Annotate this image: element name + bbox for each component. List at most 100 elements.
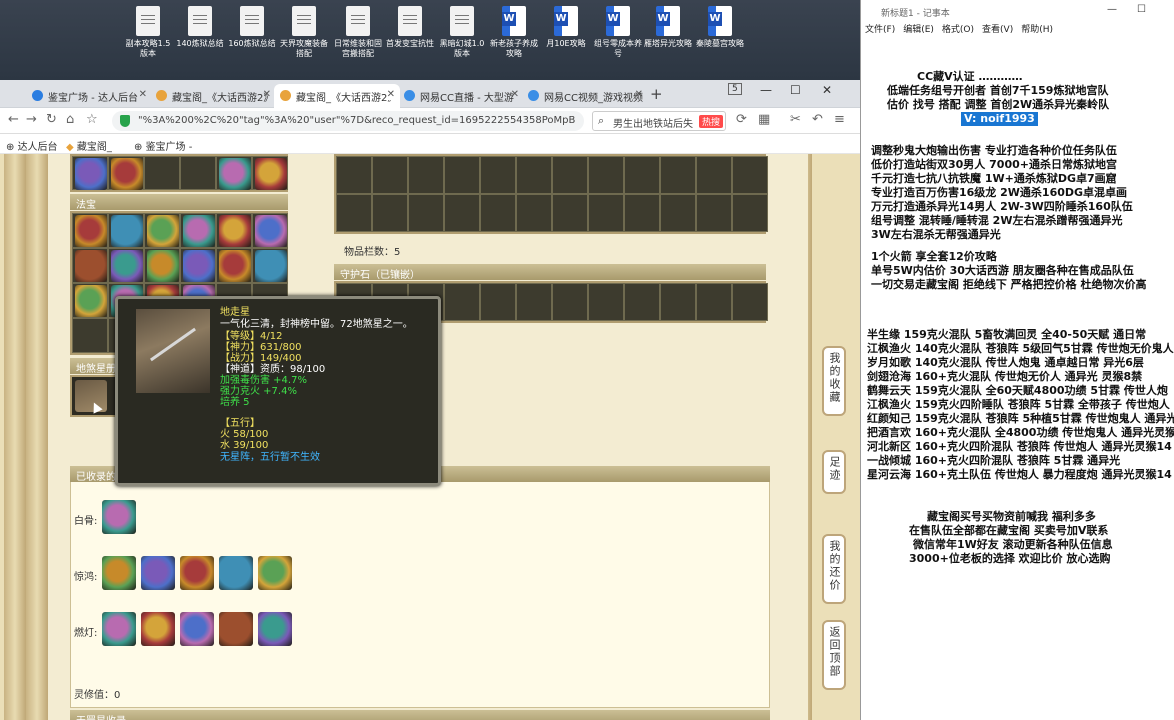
desktop-icon[interactable]: 140炼狱总结 bbox=[174, 6, 226, 49]
fabao-item-icon[interactable] bbox=[111, 215, 143, 247]
inventory-slot[interactable] bbox=[444, 156, 480, 194]
desktop-icon[interactable]: 月10E攻略 bbox=[540, 6, 592, 49]
guardian-slot[interactable] bbox=[588, 283, 624, 321]
notepad-text-area[interactable]: CC藏V认证 ………… 低端任务组号开创者 首创7千159炼狱地宫队 估价 找号 搭… bbox=[861, 40, 1174, 720]
inventory-slot[interactable] bbox=[588, 194, 624, 232]
minimize-icon[interactable]: — bbox=[760, 83, 772, 97]
desktop-icon[interactable]: 160炼狱总结 bbox=[226, 6, 278, 49]
tab-close-icon[interactable]: ✕ bbox=[139, 89, 147, 100]
fabao-item-icon[interactable] bbox=[75, 215, 107, 247]
back-to-top-button[interactable]: 返回顶部 bbox=[822, 620, 846, 690]
grid-cell[interactable] bbox=[144, 248, 180, 283]
inventory-slot[interactable] bbox=[372, 156, 408, 194]
grid-cell[interactable] bbox=[72, 156, 108, 190]
desktop-icon[interactable]: 副本攻略1.5版本 bbox=[122, 6, 174, 59]
tab-1[interactable]: 藏宝阁_《大话西游2》 ✕ bbox=[150, 84, 276, 108]
tab-2[interactable]: 藏宝阁_《大话西游2》 ✕ bbox=[274, 84, 400, 108]
my-favorites-button[interactable]: 我的收藏 bbox=[822, 346, 846, 416]
desktop-icon[interactable]: 雁塔异光攻略 bbox=[642, 6, 694, 49]
item-icon[interactable] bbox=[75, 158, 107, 190]
desktop-icon[interactable]: 组号零成本养号 bbox=[592, 6, 644, 59]
collected-item-icon[interactable] bbox=[180, 556, 214, 590]
guardian-slot[interactable] bbox=[480, 283, 516, 321]
inventory-slot[interactable] bbox=[480, 194, 516, 232]
notepad-menu-item[interactable]: 文件(F) bbox=[865, 25, 895, 35]
fabao-item-icon[interactable] bbox=[183, 215, 215, 247]
refresh-icon[interactable]: ⟳ bbox=[736, 112, 747, 127]
forward-icon[interactable]: → bbox=[26, 112, 37, 127]
desktop-icon[interactable]: 天界攻魔装备搭配 bbox=[278, 6, 330, 59]
guardian-slot[interactable] bbox=[732, 283, 768, 321]
bookmark-1[interactable]: ◆ 藏宝阁_ bbox=[66, 138, 112, 153]
grid-cell[interactable] bbox=[72, 213, 108, 248]
fabao-item-icon[interactable] bbox=[75, 250, 107, 282]
fabao-item-icon[interactable] bbox=[75, 285, 107, 317]
guardian-slot[interactable] bbox=[516, 283, 552, 321]
footprint-button[interactable]: 足迹 bbox=[822, 450, 846, 494]
desktop-icon[interactable]: 秦陵墓宫攻略 bbox=[694, 6, 746, 49]
notepad-menu-item[interactable]: 编辑(E) bbox=[903, 25, 934, 35]
collected-item-icon[interactable] bbox=[141, 556, 175, 590]
guardian-slot[interactable] bbox=[660, 283, 696, 321]
collected-item-icon[interactable] bbox=[141, 612, 175, 646]
my-counteroffer-button[interactable]: 我的还价 bbox=[822, 534, 846, 604]
tab-close-icon[interactable]: ✕ bbox=[386, 89, 395, 100]
fabao-item-icon[interactable] bbox=[219, 215, 251, 247]
fabao-item-icon[interactable] bbox=[183, 250, 215, 282]
notepad-menu-item[interactable]: 格式(O) bbox=[942, 25, 974, 35]
inventory-slot[interactable] bbox=[336, 194, 372, 232]
maximize-icon[interactable]: ☐ bbox=[1137, 4, 1146, 15]
grid-cell[interactable] bbox=[180, 248, 216, 283]
grid-cell[interactable] bbox=[180, 156, 216, 190]
reload-icon[interactable]: ↻ bbox=[46, 112, 57, 127]
grid-cell[interactable] bbox=[72, 283, 108, 318]
grid-cell[interactable] bbox=[252, 213, 288, 248]
inventory-slot[interactable] bbox=[732, 194, 768, 232]
grid-icon[interactable]: ▦ bbox=[758, 112, 770, 127]
inventory-slot[interactable] bbox=[660, 194, 696, 232]
grid-cell[interactable] bbox=[252, 156, 288, 190]
new-tab-button[interactable]: + bbox=[650, 85, 663, 103]
menu-icon[interactable]: ≡ bbox=[834, 112, 845, 127]
item-icon[interactable] bbox=[111, 158, 143, 190]
scissors-icon[interactable]: ✂ bbox=[790, 112, 801, 127]
inventory-slot[interactable] bbox=[516, 156, 552, 194]
collected-item-icon[interactable] bbox=[219, 556, 253, 590]
guardian-slot[interactable] bbox=[444, 283, 480, 321]
desktop-icon[interactable]: 日常维装和固宫搬搭配 bbox=[332, 6, 384, 59]
inventory-slot[interactable] bbox=[660, 156, 696, 194]
guardian-slot[interactable] bbox=[696, 283, 732, 321]
maximize-icon[interactable]: ☐ bbox=[790, 83, 801, 97]
grid-cell[interactable] bbox=[180, 213, 216, 248]
collected-item-icon[interactable] bbox=[102, 500, 136, 534]
grid-cell[interactable] bbox=[216, 156, 252, 190]
inventory-slot[interactable] bbox=[372, 194, 408, 232]
item-icon[interactable] bbox=[255, 158, 287, 190]
undo-icon[interactable]: ↶ bbox=[812, 112, 823, 127]
url-input[interactable]: "%3A%200%2C%20"tag"%3A%20"user"%7D&reco_… bbox=[112, 111, 584, 131]
tab-4[interactable]: 网易CC视频_游戏视频 ✕ bbox=[522, 84, 648, 108]
grid-cell[interactable] bbox=[144, 156, 180, 190]
grid-cell[interactable] bbox=[144, 213, 180, 248]
bookmark-2[interactable]: ⊕ 鉴宝广场 - bbox=[134, 138, 192, 153]
fabao-item-icon[interactable] bbox=[147, 250, 179, 282]
grid-cell[interactable] bbox=[252, 248, 288, 283]
collected-item-icon[interactable] bbox=[219, 612, 253, 646]
tab-close-icon[interactable]: ✕ bbox=[263, 89, 271, 100]
item-icon[interactable] bbox=[219, 158, 251, 190]
close-icon[interactable]: ✕ bbox=[822, 83, 832, 97]
tab-close-icon[interactable]: ✕ bbox=[511, 89, 519, 100]
desktop-icon[interactable]: 黑暗幻城1.0版本 bbox=[436, 6, 488, 59]
inventory-slot[interactable] bbox=[624, 156, 660, 194]
grid-cell[interactable] bbox=[216, 248, 252, 283]
tab-count-badge[interactable]: 5 bbox=[728, 83, 742, 95]
fabao-item-icon[interactable] bbox=[111, 250, 143, 282]
inventory-slot[interactable] bbox=[732, 156, 768, 194]
grid-cell[interactable] bbox=[108, 156, 144, 190]
fabao-item-icon[interactable] bbox=[255, 215, 287, 247]
inventory-slot[interactable] bbox=[336, 156, 372, 194]
inventory-slot[interactable] bbox=[480, 156, 516, 194]
collected-item-icon[interactable] bbox=[102, 556, 136, 590]
grid-cell[interactable] bbox=[216, 213, 252, 248]
inventory-slot[interactable] bbox=[516, 194, 552, 232]
